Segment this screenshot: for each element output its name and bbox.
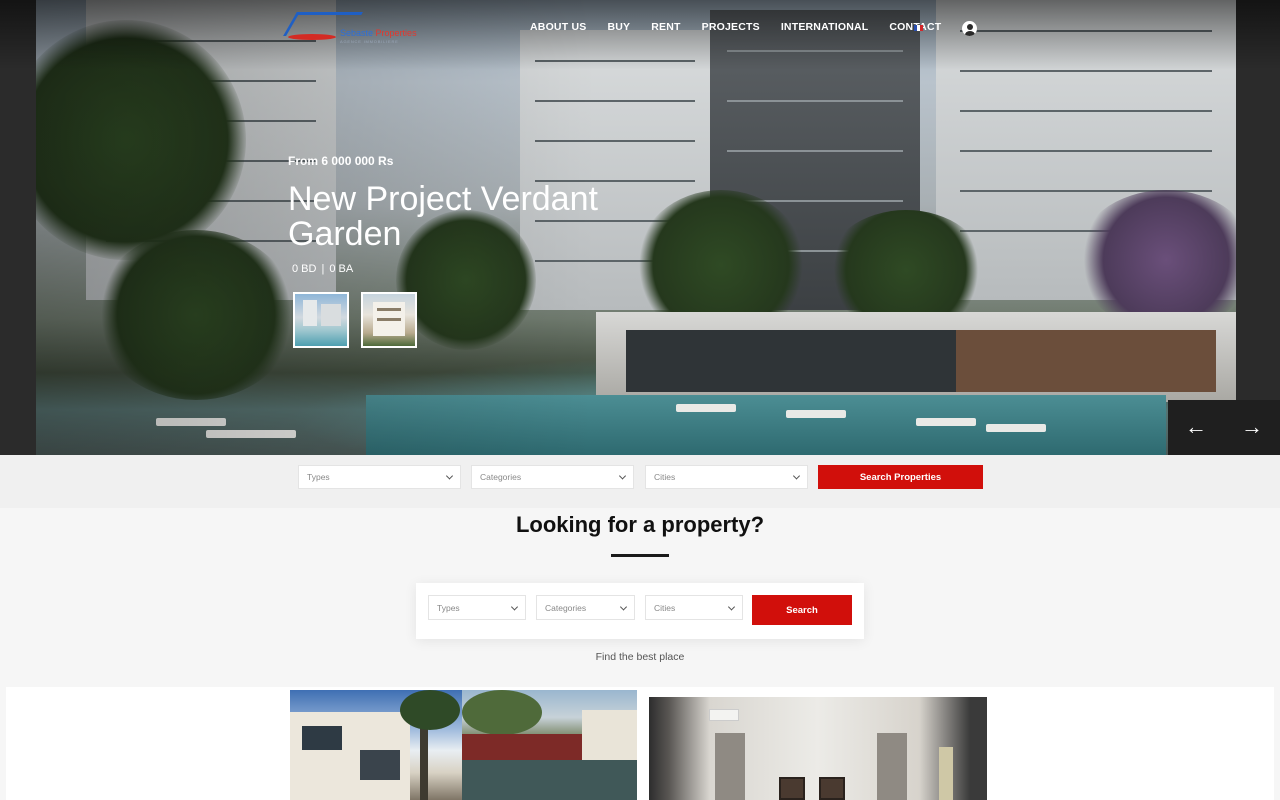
card-cities-select[interactable]: Cities bbox=[645, 595, 743, 620]
slider-arrows: ← → bbox=[1168, 400, 1280, 455]
chevron-down-icon bbox=[445, 472, 454, 480]
nav-rent[interactable]: RENT bbox=[651, 21, 680, 33]
pool-bar bbox=[956, 330, 1216, 392]
sun-lounger bbox=[786, 410, 846, 418]
chevron-down-icon bbox=[727, 602, 736, 611]
hero-thumbnail-1[interactable] bbox=[293, 292, 349, 348]
nav-buy[interactable]: BUY bbox=[607, 21, 630, 33]
categories-select-label: Categories bbox=[480, 472, 522, 482]
card-categories-label: Categories bbox=[545, 602, 587, 613]
bedrooms-count: 0 BD bbox=[292, 263, 317, 275]
listing-photo-pool[interactable] bbox=[462, 690, 637, 800]
main-navigation: ABOUT US BUY RENT PROJECTS INTERNATIONAL… bbox=[530, 21, 962, 33]
user-body bbox=[964, 31, 975, 36]
flowering-tree bbox=[1076, 190, 1256, 330]
section-divider bbox=[611, 554, 669, 557]
chevron-down-icon bbox=[792, 472, 801, 480]
hero-slider: Sebaste Properties AGENCE IMMOBILIERE AB… bbox=[0, 0, 1280, 455]
arrow-right-icon[interactable]: → bbox=[1236, 412, 1268, 442]
sun-lounger bbox=[986, 424, 1046, 432]
card-types-select[interactable]: Types bbox=[428, 595, 526, 620]
nav-international[interactable]: INTERNATIONAL bbox=[781, 21, 869, 33]
section-title: Looking for a property? bbox=[515, 512, 765, 537]
user-head bbox=[966, 24, 973, 30]
quick-search-bar: Types Categories Cities Search Propertie… bbox=[0, 455, 1280, 508]
specs-separator: | bbox=[321, 263, 325, 275]
flag-france-icon[interactable] bbox=[914, 25, 923, 31]
hero-price: From 6 000 000 Rs bbox=[288, 154, 394, 168]
nav-about-us[interactable]: ABOUT US bbox=[530, 21, 586, 33]
listing-photo-villa[interactable] bbox=[290, 690, 462, 800]
chevron-down-icon bbox=[510, 602, 519, 611]
card-types-label: Types bbox=[437, 602, 460, 613]
site-logo[interactable]: Sebaste Properties AGENCE IMMOBILIERE bbox=[283, 10, 417, 46]
bathrooms-count: 0 BA bbox=[329, 263, 354, 275]
sun-lounger bbox=[676, 404, 736, 412]
hero-thumbnail-2[interactable] bbox=[361, 292, 417, 348]
arrow-left-icon[interactable]: ← bbox=[1180, 412, 1212, 442]
chevron-down-icon bbox=[618, 472, 627, 480]
card-categories-select[interactable]: Categories bbox=[536, 595, 635, 620]
user-account-icon[interactable] bbox=[962, 21, 977, 36]
logo-name-part1: Sebaste bbox=[340, 28, 374, 38]
search-button[interactable]: Search bbox=[752, 595, 852, 625]
hero-title[interactable]: New Project Verdant Garden bbox=[288, 182, 608, 252]
listing-photo-interior[interactable] bbox=[649, 697, 987, 800]
pool-house-glass bbox=[626, 330, 966, 392]
section-subtitle: Find the best place bbox=[595, 651, 685, 663]
cities-select[interactable]: Cities bbox=[645, 465, 808, 489]
logo-tagline: AGENCE IMMOBILIERE bbox=[340, 39, 399, 44]
card-cities-label: Cities bbox=[654, 602, 676, 613]
logo-text: Sebaste Properties bbox=[340, 28, 417, 38]
cities-select-label: Cities bbox=[654, 472, 676, 482]
hero-specs: 0 BD | 0 BA bbox=[292, 263, 353, 275]
categories-select[interactable]: Categories bbox=[471, 465, 634, 489]
property-search-card: Types Categories Cities Search bbox=[416, 583, 864, 639]
sun-lounger bbox=[916, 418, 976, 426]
logo-swoosh-icon bbox=[288, 34, 336, 40]
logo-name-part2: Properties bbox=[375, 28, 417, 38]
chevron-down-icon bbox=[619, 602, 628, 611]
types-select-label: Types bbox=[307, 472, 330, 482]
search-properties-button[interactable]: Search Properties bbox=[818, 465, 983, 489]
nav-projects[interactable]: PROJECTS bbox=[702, 21, 760, 33]
listings-area bbox=[6, 687, 1274, 800]
types-select[interactable]: Types bbox=[298, 465, 461, 489]
